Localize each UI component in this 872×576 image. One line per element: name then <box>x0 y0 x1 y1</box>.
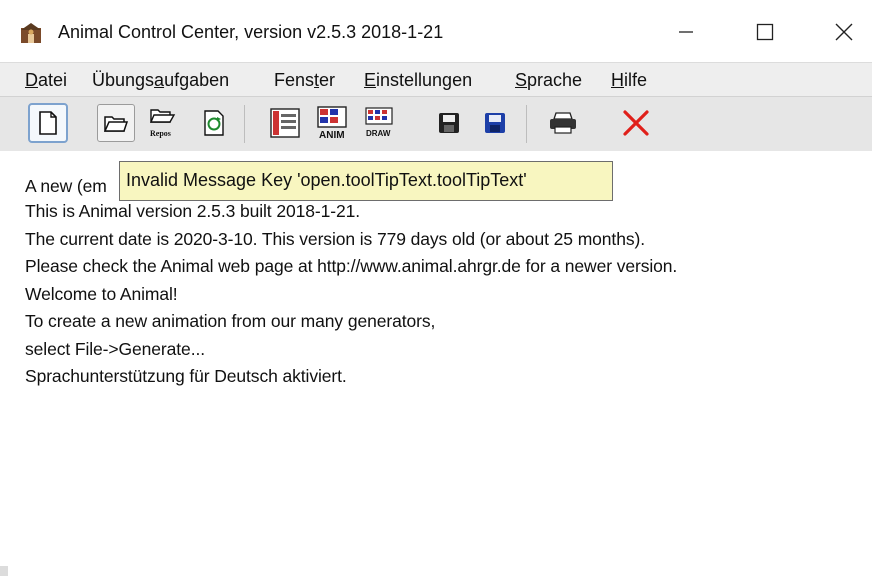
menu-datei[interactable]: Datei <box>25 70 67 91</box>
refresh-icon <box>204 110 224 136</box>
log-line: The current date is 2020-3-10. This vers… <box>25 229 645 249</box>
toolbar: Repos ANIM DRAW <box>0 96 872 152</box>
message-log[interactable]: A new (em This is Animal version 2.5.3 b… <box>0 151 872 576</box>
menu-bar: Datei Übungsaufgaben Fenster Einstellung… <box>0 62 872 97</box>
title-bar: Animal Control Center, version v2.5.3 20… <box>0 0 872 62</box>
refresh-button[interactable] <box>197 105 231 141</box>
close-window-button[interactable] <box>822 14 866 50</box>
maximize-button[interactable] <box>743 14 787 50</box>
draw-button[interactable]: DRAW <box>362 105 396 141</box>
menu-einstellungen[interactable]: Einstellungen <box>364 70 472 91</box>
log-line: This is Animal version 2.5.3 built 2018-… <box>25 201 360 221</box>
toolbar-separator <box>244 105 245 143</box>
anim-button[interactable]: ANIM <box>315 105 349 141</box>
new-document-button[interactable] <box>28 103 68 143</box>
animation-editor-button[interactable] <box>268 105 302 141</box>
save-as-button[interactable] <box>478 105 512 141</box>
close-icon <box>835 23 853 41</box>
menu-uebungsaufgaben[interactable]: Übungsaufgaben <box>92 70 229 91</box>
print-button[interactable] <box>546 105 580 141</box>
animation-editor-icon <box>270 108 300 138</box>
save-icon <box>439 113 459 133</box>
animal-app-icon <box>20 22 42 44</box>
log-line: Please check the Animal web page at http… <box>25 256 678 276</box>
menu-sprache[interactable]: Sprache <box>515 70 582 91</box>
close-red-x-icon <box>623 110 649 136</box>
log-line: Welcome to Animal! <box>25 284 178 304</box>
log-line: A new (em <box>25 176 107 196</box>
log-line: select File->Generate... <box>25 339 205 359</box>
minimize-icon <box>679 31 693 33</box>
new-document-icon <box>39 111 57 135</box>
svg-text:Repos: Repos <box>150 129 171 138</box>
repos-button[interactable]: Repos <box>146 105 180 141</box>
minimize-button[interactable] <box>664 14 708 50</box>
maximize-icon <box>756 23 774 41</box>
anim-format-icon: ANIM <box>317 106 347 140</box>
toolbar-separator <box>526 105 527 143</box>
window-edge <box>0 566 8 576</box>
log-line: Sprachunterstützung für Deutsch aktivier… <box>25 366 347 386</box>
save-button[interactable] <box>432 105 466 141</box>
log-line: To create a new animation from our many … <box>25 311 436 331</box>
print-icon <box>550 112 576 134</box>
svg-text:DRAW: DRAW <box>366 129 391 138</box>
svg-text:ANIM: ANIM <box>319 130 345 140</box>
draw-icon: DRAW <box>365 107 393 138</box>
menu-hilfe[interactable]: Hilfe <box>611 70 647 91</box>
window-title: Animal Control Center, version v2.5.3 20… <box>58 22 444 42</box>
repository-icon: Repos <box>149 109 176 138</box>
close-animation-button[interactable] <box>619 105 653 141</box>
open-folder-icon <box>104 116 128 132</box>
tooltip: Invalid Message Key 'open.toolTipText.to… <box>119 161 613 201</box>
open-button[interactable] <box>97 104 135 142</box>
save-as-icon <box>485 113 505 133</box>
menu-fenster[interactable]: Fenster <box>274 70 335 91</box>
